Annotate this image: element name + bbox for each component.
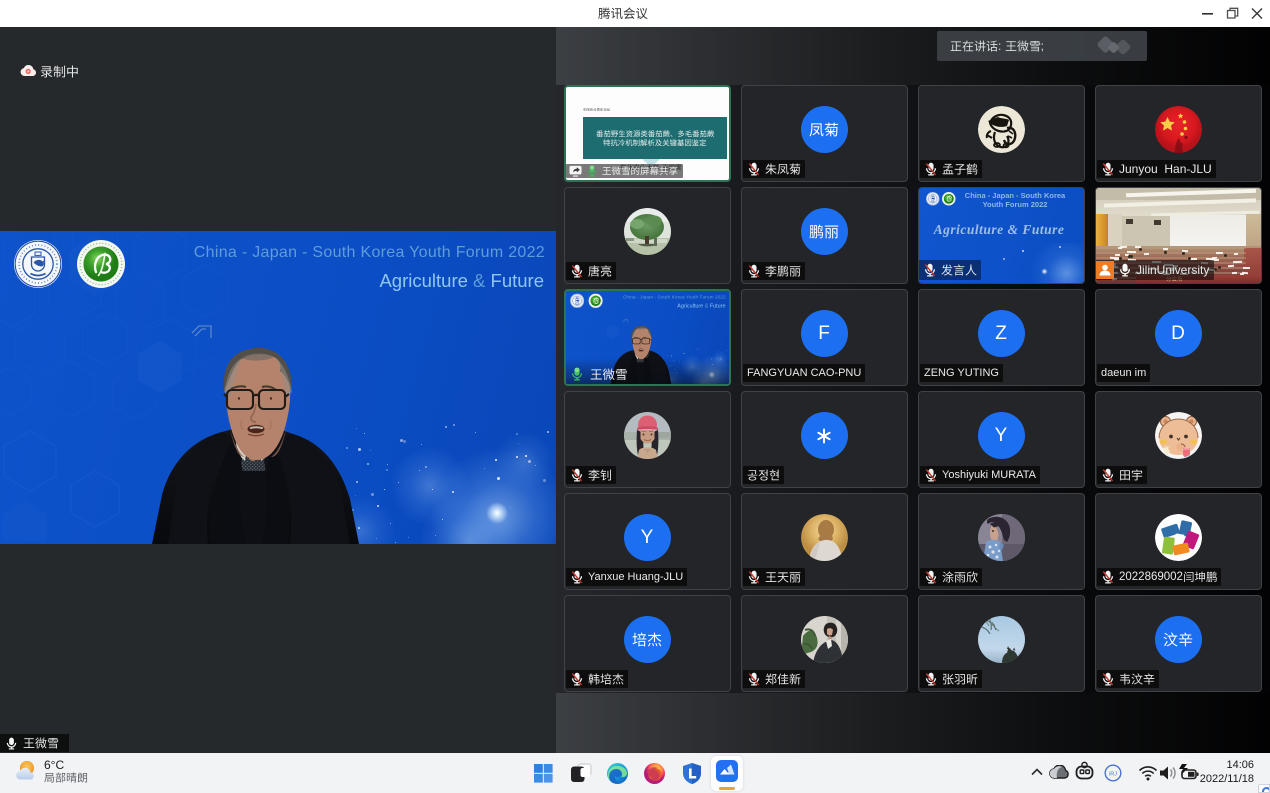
svg-text:iRJ: iRJ (1109, 772, 1117, 778)
